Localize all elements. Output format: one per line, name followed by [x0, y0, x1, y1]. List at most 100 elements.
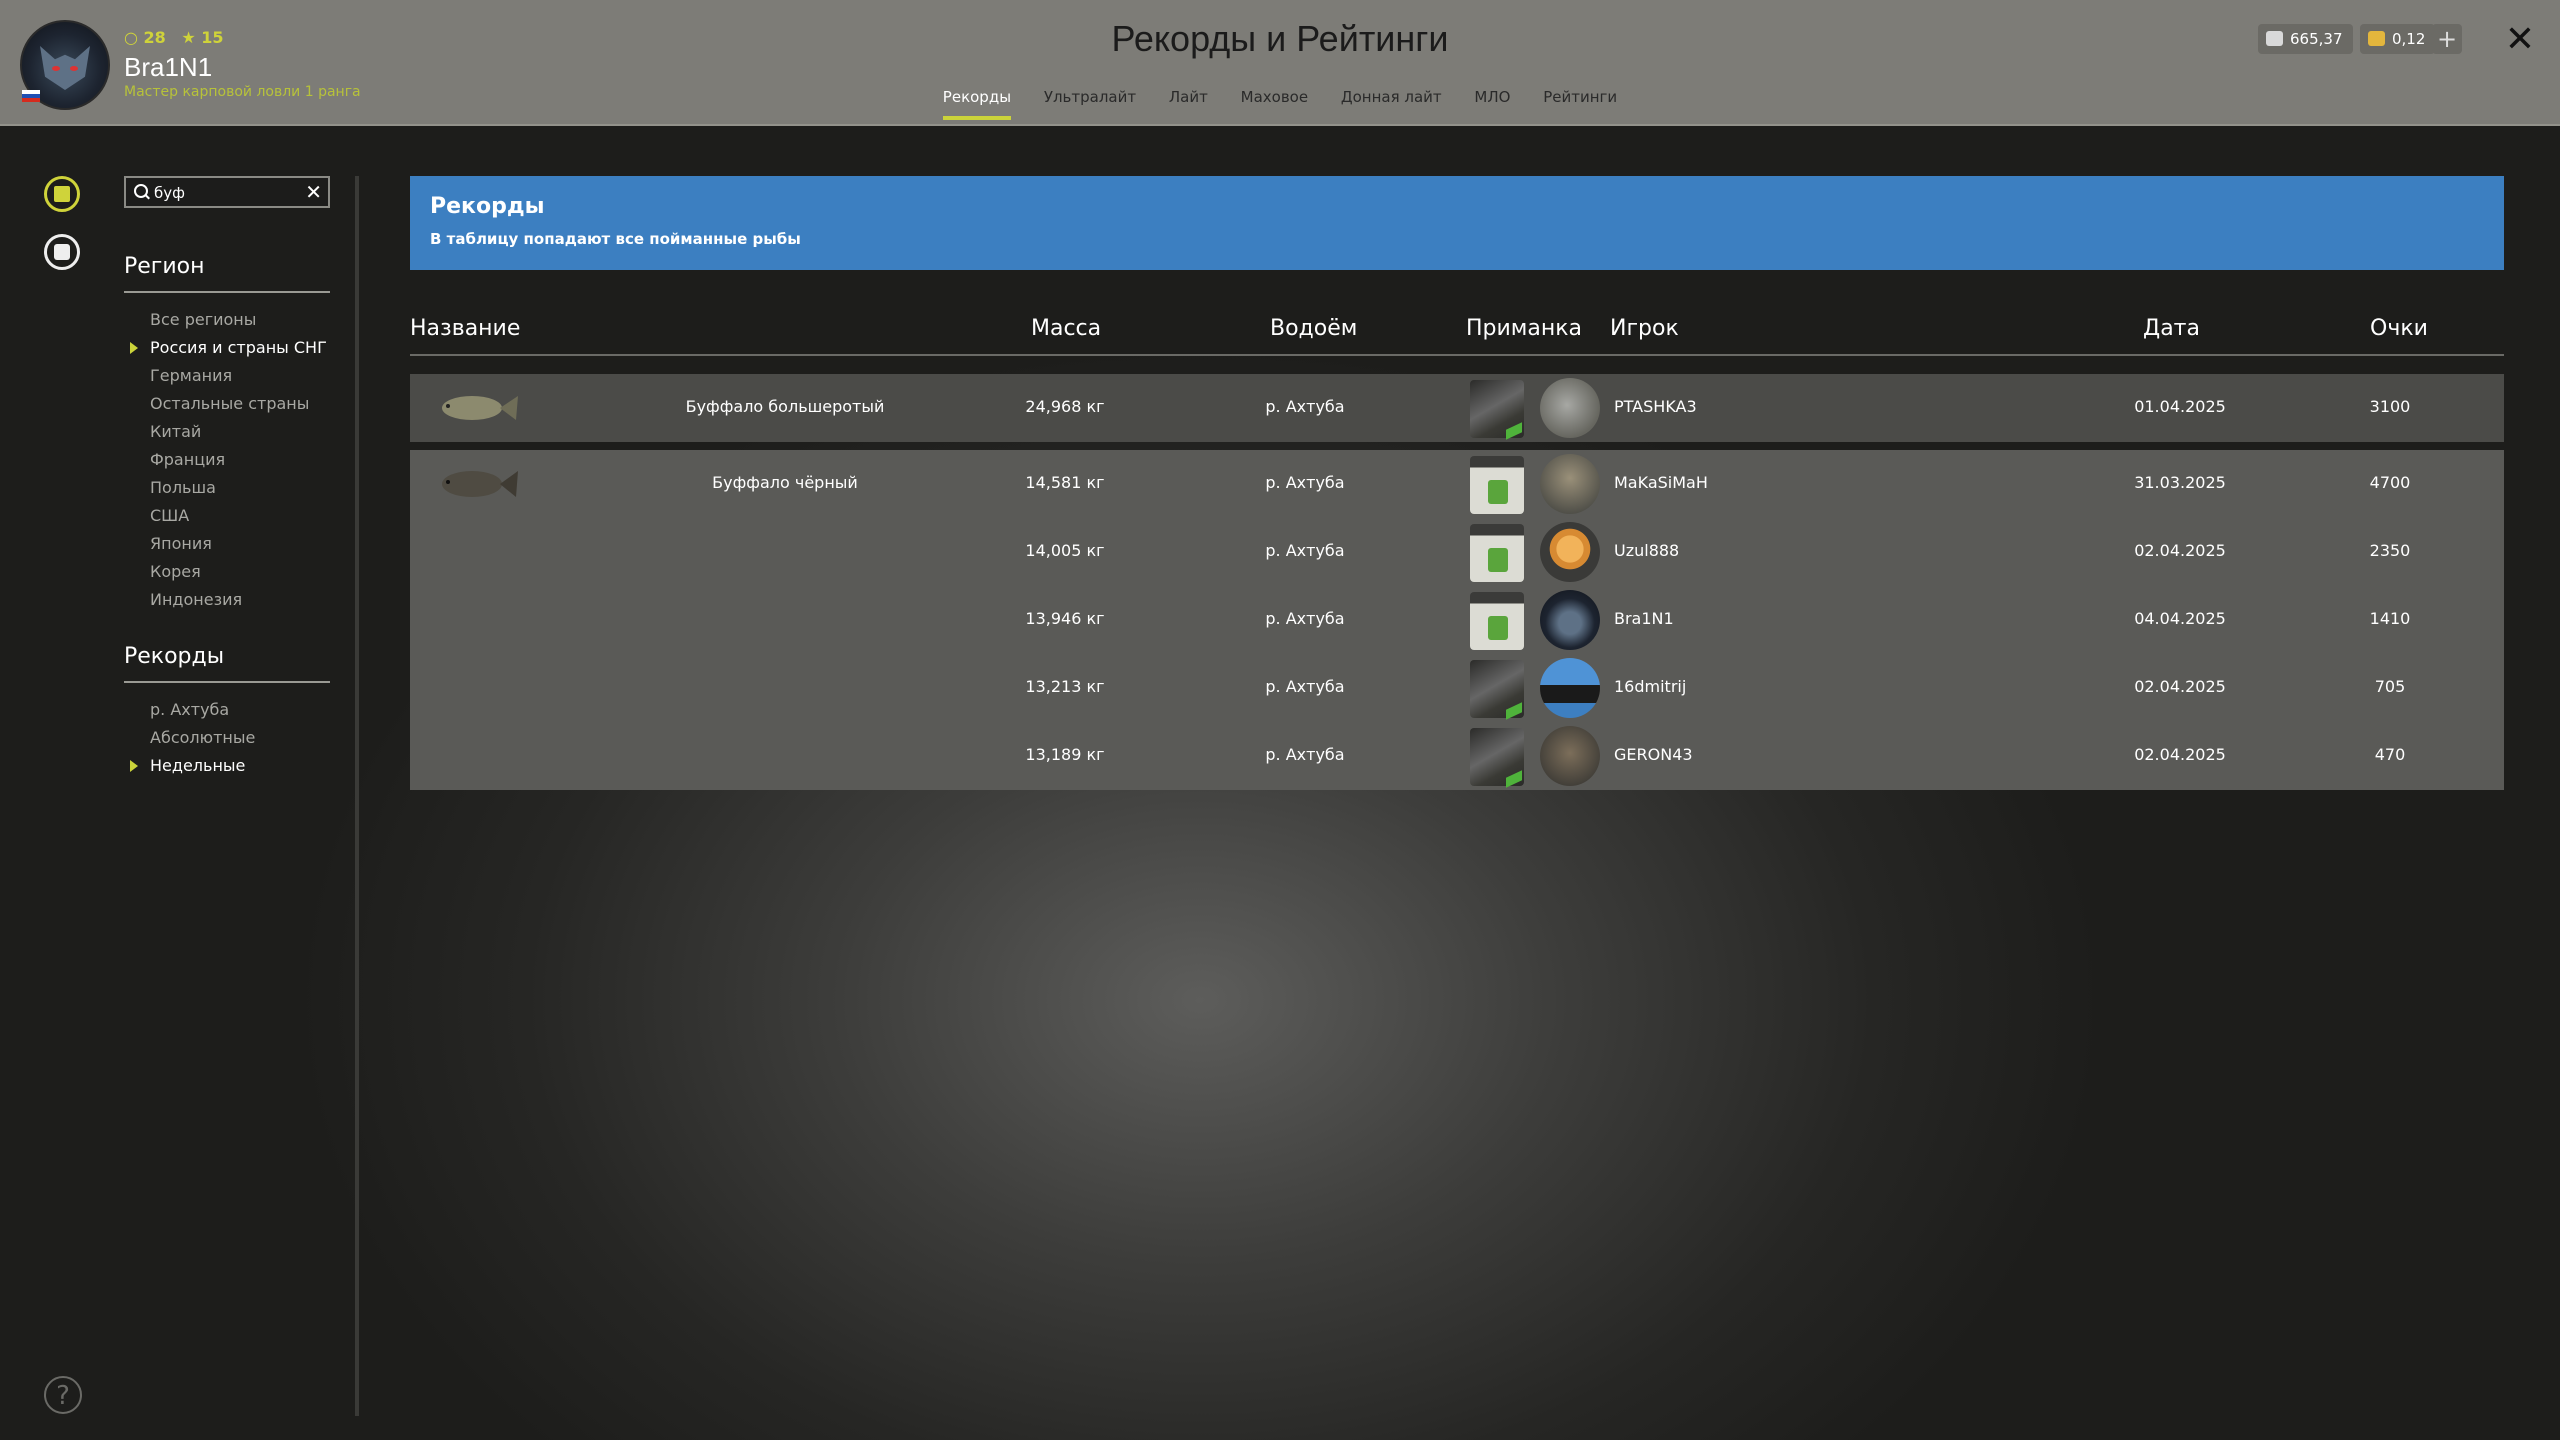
player-avatar[interactable] [1540, 590, 1600, 650]
bait-pack-icon[interactable] [1470, 728, 1524, 786]
tab-mlo[interactable]: МЛО [1474, 88, 1510, 116]
col-mass[interactable]: Масса [1031, 316, 1101, 341]
table-row[interactable]: 13,189 кг р. Ахтуба GERON43 02.04.2025 4… [410, 722, 2504, 790]
col-date[interactable]: Дата [2143, 316, 2200, 341]
black-buffalo-fish-icon [442, 471, 518, 497]
region-item[interactable]: Все регионы [150, 306, 327, 334]
col-bait[interactable]: Приманка [1466, 316, 1582, 341]
silver-coin-icon [2266, 31, 2283, 46]
panel-divider [355, 176, 359, 1416]
records-item-active[interactable]: Недельные [130, 752, 255, 780]
records-heading: Рекорды [124, 644, 330, 683]
mass-value: 14,005 кг [1025, 541, 1105, 560]
fish-group: Буффало чёрный 14,581 кг р. Ахтуба MaKaS… [410, 450, 2504, 790]
date-value: 02.04.2025 [2134, 677, 2226, 696]
mass-value: 13,213 кг [1025, 677, 1105, 696]
tab-ultralight[interactable]: Ультралайт [1044, 88, 1136, 116]
records-item[interactable]: р. Ахтуба [150, 696, 255, 724]
wolf-eye-icon [70, 66, 78, 71]
mass-value: 14,581 кг [1025, 473, 1105, 492]
player-name[interactable]: GERON43 [1614, 745, 1693, 764]
bait-pack-icon[interactable] [1470, 660, 1524, 718]
col-water[interactable]: Водоём [1270, 316, 1357, 341]
tab-float[interactable]: Маховое [1241, 88, 1308, 116]
bigmouth-buffalo-fish-icon [442, 396, 518, 420]
date-value: 02.04.2025 [2134, 745, 2226, 764]
table-row[interactable]: Буффало чёрный 14,581 кг р. Ахтуба MaKaS… [410, 450, 2504, 518]
water-value: р. Ахтуба [1265, 397, 1345, 416]
date-value: 02.04.2025 [2134, 541, 2226, 560]
player-avatar[interactable] [1540, 658, 1600, 718]
player-avatar[interactable] [1540, 454, 1600, 514]
date-value: 31.03.2025 [2134, 473, 2226, 492]
banner-title: Рекорды [430, 194, 545, 219]
top-bar: ○ 28 ★ 15 Bra1N1 Мастер карповой ловли 1… [0, 0, 2560, 126]
region-item[interactable]: Германия [150, 362, 327, 390]
tab-ratings[interactable]: Рейтинги [1543, 88, 1617, 116]
bait-jar-icon[interactable] [1470, 456, 1524, 514]
records-list: р. Ахтуба Абсолютные Недельные [130, 696, 255, 780]
player-name[interactable]: 16dmitrij [1614, 677, 1686, 696]
close-button[interactable]: ✕ [2500, 20, 2540, 60]
silver-amount: 665,37 [2290, 30, 2343, 48]
fish-name: Буффало чёрный [712, 473, 858, 492]
selected-arrow-icon [130, 760, 138, 772]
records-item[interactable]: Абсолютные [150, 724, 255, 752]
tab-light[interactable]: Лайт [1169, 88, 1208, 116]
col-name[interactable]: Название [410, 316, 520, 341]
table-header: Название Масса Водоём Приманка Игрок Дат… [410, 312, 2504, 356]
water-value: р. Ахтуба [1265, 745, 1345, 764]
inventory-section-icon[interactable] [44, 234, 80, 270]
tab-records[interactable]: Рекорды [942, 88, 1012, 120]
col-player[interactable]: Игрок [1610, 316, 1679, 341]
add-currency-button[interactable]: + [2432, 24, 2462, 54]
col-points[interactable]: Очки [2370, 316, 2428, 341]
wolf-eye-icon [52, 66, 60, 71]
region-item[interactable]: Корея [150, 558, 327, 586]
points-value: 1410 [2369, 609, 2411, 628]
tab-bottom-light[interactable]: Донная лайт [1341, 88, 1442, 116]
region-item[interactable]: Китай [150, 418, 327, 446]
records-label: Недельные [150, 756, 246, 775]
points-value: 470 [2374, 745, 2406, 764]
selected-arrow-icon [130, 342, 138, 354]
player-avatar[interactable] [1540, 726, 1600, 786]
player-name[interactable]: Bra1N1 [1614, 609, 1674, 628]
points-value: 4700 [2369, 473, 2411, 492]
gold-coin-icon [2368, 31, 2385, 46]
points-value: 2350 [2369, 541, 2411, 560]
clear-search-button[interactable]: ✕ [305, 180, 322, 204]
table-row[interactable]: Буффало большеротый 24,968 кг р. Ахтуба … [410, 374, 2504, 442]
mass-value: 24,968 кг [1025, 397, 1105, 416]
region-item[interactable]: Остальные страны [150, 390, 327, 418]
mass-value: 13,946 кг [1025, 609, 1105, 628]
gold-balance[interactable]: 0,12 [2360, 24, 2436, 54]
help-icon[interactable]: ? [44, 1376, 82, 1414]
player-name[interactable]: MaKaSiMaH [1614, 473, 1708, 492]
region-item[interactable]: США [150, 502, 327, 530]
fish-search-field[interactable]: ✕ [124, 176, 330, 208]
bait-jar-icon[interactable] [1470, 592, 1524, 650]
player-name[interactable]: Uzul888 [1614, 541, 1679, 560]
table-row[interactable]: 13,946 кг р. Ахтуба Bra1N1 04.04.2025 14… [410, 586, 2504, 654]
region-item[interactable]: Япония [150, 530, 327, 558]
player-avatar[interactable] [1540, 522, 1600, 582]
water-value: р. Ахтуба [1265, 609, 1345, 628]
page-title: Рекорды и Рейтинги [1111, 18, 1449, 59]
region-item-active[interactable]: Россия и страны СНГ [130, 334, 327, 362]
bait-jar-icon[interactable] [1470, 524, 1524, 582]
player-avatar[interactable] [1540, 378, 1600, 438]
region-item[interactable]: Польша [150, 474, 327, 502]
bait-pack-icon[interactable] [1470, 380, 1524, 438]
table-row[interactable]: 13,213 кг р. Ахтуба 16dmitrij 02.04.2025… [410, 654, 2504, 722]
records-section-icon[interactable] [44, 176, 80, 212]
points-value: 3100 [2369, 397, 2411, 416]
silver-balance[interactable]: 665,37 [2258, 24, 2353, 54]
region-item[interactable]: Индонезия [150, 586, 327, 614]
search-input[interactable] [152, 182, 306, 204]
table-row[interactable]: 14,005 кг р. Ахтуба Uzul888 02.04.2025 2… [410, 518, 2504, 586]
region-item[interactable]: Франция [150, 446, 327, 474]
player-name[interactable]: PTASHKA3 [1614, 397, 1697, 416]
box-icon [54, 244, 70, 260]
water-value: р. Ахтуба [1265, 473, 1345, 492]
